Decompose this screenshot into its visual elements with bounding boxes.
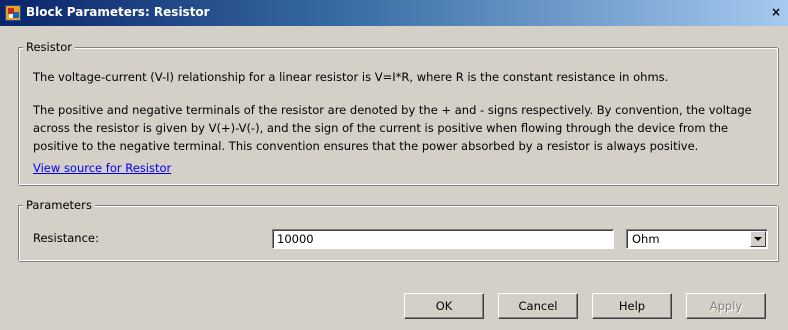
description-paragraph-2: The positive and negative terminals of t… — [33, 101, 763, 155]
simulink-block-icon — [5, 5, 21, 21]
description-paragraph-1: The voltage-current (V-I) relationship f… — [33, 70, 669, 84]
close-button[interactable]: × — [768, 4, 784, 20]
resistance-input[interactable] — [272, 229, 614, 249]
view-source-link[interactable]: View source for Resistor — [33, 161, 171, 175]
title-bar[interactable]: Block Parameters: Resistor × — [0, 0, 788, 26]
description-paragraph-2-line: across the resistor is given by V(+)-V(-… — [33, 121, 729, 135]
unit-select-value: Ohm — [632, 232, 660, 246]
help-button[interactable]: Help — [592, 293, 672, 319]
block-parameters-dialog: Block Parameters: Resistor × Resistor Th… — [0, 0, 788, 330]
description-group-legend: Resistor — [23, 40, 75, 54]
description-paragraph-2-line: positive to the negative terminal. This … — [33, 139, 699, 153]
apply-button[interactable]: Apply — [686, 293, 766, 319]
cancel-button[interactable]: Cancel — [498, 293, 578, 319]
parameters-group-legend: Parameters — [23, 198, 95, 212]
unit-select[interactable]: Ohm — [626, 229, 768, 249]
resistance-label: Resistance: — [33, 231, 99, 245]
ok-button[interactable]: OK — [404, 293, 484, 319]
chevron-down-icon[interactable] — [750, 231, 766, 247]
description-paragraph-2-line: The positive and negative terminals of t… — [33, 103, 752, 117]
window-title: Block Parameters: Resistor — [26, 5, 210, 19]
